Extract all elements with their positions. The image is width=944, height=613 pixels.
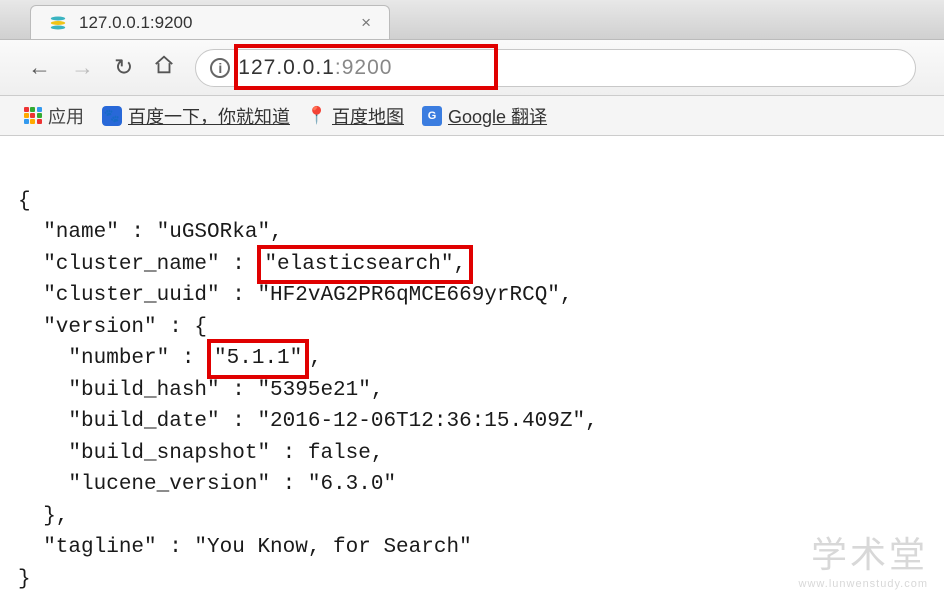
json-close: } xyxy=(18,568,31,591)
browser-tab[interactable]: 127.0.0.1:9200 × xyxy=(30,5,390,39)
json-name-key: "name" : xyxy=(18,221,157,244)
back-icon[interactable]: ← xyxy=(28,54,51,81)
json-open: { xyxy=(18,190,31,213)
bookmarks-bar: 应用 🐾 百度一下，你就知道 📍 百度地图 G Google 翻译 xyxy=(0,96,944,136)
toolbar: ← → ↻ i 127.0.0.1:9200 xyxy=(0,40,944,96)
watermark-url: www.lunwenstudy.com xyxy=(799,578,928,590)
bookmark-gtrans-label: Google 翻译 xyxy=(448,103,547,129)
watermark-text: 学术堂 xyxy=(799,526,928,578)
json-number-key: "number" : xyxy=(18,347,207,370)
elasticsearch-favicon xyxy=(49,14,67,32)
bookmark-baidu-map[interactable]: 📍 百度地图 xyxy=(308,103,404,129)
pin-icon: 📍 xyxy=(308,107,326,125)
address-bar[interactable]: i 127.0.0.1:9200 xyxy=(195,49,916,87)
json-build-hash: "build_hash" : "5395e21", xyxy=(18,379,383,402)
bookmark-baidu-map-label: 百度地图 xyxy=(332,103,404,129)
json-lucene-version: "lucene_version" : "6.3.0" xyxy=(18,473,396,496)
site-info-icon[interactable]: i xyxy=(210,58,230,78)
cluster-name-highlight: "elasticsearch", xyxy=(257,245,473,285)
bookmark-baidu[interactable]: 🐾 百度一下，你就知道 xyxy=(102,103,290,129)
json-name-val: "uGSORka", xyxy=(157,221,283,244)
forward-icon: → xyxy=(71,54,94,81)
bookmark-google-translate[interactable]: G Google 翻译 xyxy=(422,103,547,129)
watermark: 学术堂 www.lunwenstudy.com xyxy=(799,526,928,590)
version-number-highlight: "5.1.1" xyxy=(207,339,309,379)
json-cluster-name-val: "elasticsearch", xyxy=(264,253,466,276)
tab-title: 127.0.0.1:9200 xyxy=(79,13,349,33)
json-cluster-uuid-val: "HF2vAG2PR6qMCE669yrRCQ", xyxy=(257,284,572,307)
json-cluster-name-key: "cluster_name" : xyxy=(18,253,257,276)
reload-icon[interactable]: ↻ xyxy=(114,54,133,81)
url-host: 127.0.0.1 xyxy=(238,56,335,80)
json-build-snapshot: "build_snapshot" : false, xyxy=(18,442,383,465)
home-icon[interactable] xyxy=(153,54,175,82)
tab-strip: 127.0.0.1:9200 × xyxy=(0,0,944,40)
url-port: :9200 xyxy=(335,56,393,80)
baidu-icon: 🐾 xyxy=(102,106,122,126)
json-number-comma: , xyxy=(309,347,322,370)
apps-shortcut[interactable]: 应用 xyxy=(24,103,84,129)
google-translate-icon: G xyxy=(422,106,442,126)
json-version-key: "version" : { xyxy=(18,316,207,339)
apps-icon xyxy=(24,107,42,125)
bookmark-baidu-label: 百度一下，你就知道 xyxy=(128,103,290,129)
close-icon[interactable]: × xyxy=(361,13,371,33)
json-cluster-uuid-key: "cluster_uuid" : xyxy=(18,284,257,307)
apps-label: 应用 xyxy=(48,103,84,129)
json-tagline: "tagline" : "You Know, for Search" xyxy=(18,536,472,559)
json-number-val: "5.1.1" xyxy=(214,347,302,370)
json-version-close: }, xyxy=(18,505,68,528)
json-build-date: "build_date" : "2016-12-06T12:36:15.409Z… xyxy=(18,410,598,433)
